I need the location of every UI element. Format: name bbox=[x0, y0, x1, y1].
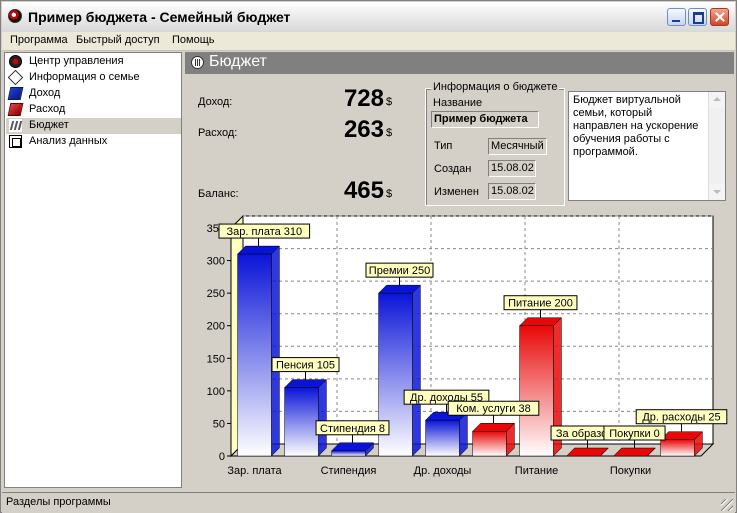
expense-currency: $ bbox=[386, 127, 393, 139]
sidebar-item-label: Центр управления bbox=[29, 55, 124, 67]
sidebar-item-label: Бюджет bbox=[29, 119, 69, 131]
data-label: Др. расходы 25 bbox=[642, 412, 720, 424]
sidebar-item-data-analysis[interactable]: Анализ данных bbox=[6, 134, 181, 150]
menu-help[interactable]: Помощь bbox=[172, 34, 215, 46]
created-field[interactable]: 15.08.02 bbox=[488, 160, 536, 177]
sidebar-item-budget[interactable]: Бюджет bbox=[6, 118, 181, 134]
y-tick-label: 250 bbox=[207, 288, 225, 300]
app-window: Пример бюджета - Семейный бюджет Програм… bbox=[0, 0, 737, 513]
name-field[interactable]: Пример бюджета bbox=[431, 111, 539, 128]
y-tick-label: 100 bbox=[207, 386, 225, 398]
bar bbox=[237, 253, 272, 457]
description-memo[interactable]: Бюджет виртуальной семьи, который направ… bbox=[568, 91, 726, 201]
bar-side bbox=[318, 378, 327, 457]
y-tick-label: 200 bbox=[207, 321, 225, 333]
menu-program[interactable]: Программа bbox=[10, 34, 68, 46]
bar bbox=[425, 419, 460, 457]
section-title: Бюджет bbox=[209, 53, 267, 70]
status-text: Разделы программы bbox=[6, 496, 111, 508]
sidebar-item-label: Доход bbox=[29, 87, 61, 99]
scroll-down-icon[interactable] bbox=[709, 184, 725, 200]
window-title: Пример бюджета - Семейный бюджет bbox=[28, 9, 291, 25]
bar bbox=[331, 450, 366, 457]
sidebar: Центр управления Информация о семье Дохо… bbox=[4, 52, 182, 488]
expense-icon bbox=[7, 103, 24, 116]
sidebar-item-income[interactable]: Доход bbox=[6, 86, 181, 102]
x-tick-label: Др. доходы bbox=[414, 465, 472, 477]
description-text: Бюджет виртуальной семьи, который направ… bbox=[573, 94, 699, 158]
description-scrollbar[interactable] bbox=[708, 92, 725, 200]
bar bbox=[660, 439, 695, 457]
bar-side bbox=[271, 245, 280, 457]
status-bar: Разделы программы bbox=[2, 492, 735, 513]
data-label: Ком. услуги 38 bbox=[456, 403, 530, 415]
bar-side bbox=[459, 411, 468, 457]
budget-chart: 050100150200250300350 Зар. плата 310Пенси… bbox=[207, 214, 728, 477]
x-tick-label: Питание bbox=[515, 465, 558, 477]
expense-label: Расход: bbox=[198, 127, 238, 139]
expense-value: 263 bbox=[343, 116, 384, 143]
menu-quick-access[interactable]: Быстрый доступ bbox=[76, 34, 160, 46]
family-info-icon bbox=[7, 69, 24, 86]
maximize-button[interactable] bbox=[688, 8, 707, 26]
balance-value: 465 bbox=[343, 177, 384, 204]
sidebar-item-control-center[interactable]: Центр управления bbox=[6, 54, 181, 70]
control-center-icon bbox=[9, 55, 22, 68]
section-header: Бюджет bbox=[185, 52, 734, 74]
y-tick-label: 300 bbox=[207, 256, 225, 268]
income-label: Доход: bbox=[198, 96, 233, 108]
income-currency: $ bbox=[386, 96, 393, 108]
budget-info-title: Информация о бюджете bbox=[431, 81, 560, 93]
data-label: Зар. плата 310 bbox=[226, 226, 302, 238]
modified-field[interactable]: 15.08.02 bbox=[488, 183, 536, 200]
data-label: Питание 200 bbox=[508, 298, 573, 310]
type-label: Тип bbox=[434, 140, 453, 152]
bar-side bbox=[412, 284, 421, 457]
budget-icon bbox=[191, 56, 204, 69]
menu-bar: Программа Быстрый доступ Помощь bbox=[2, 32, 735, 51]
close-button[interactable] bbox=[710, 8, 729, 26]
bar bbox=[519, 325, 554, 457]
sidebar-item-label: Анализ данных bbox=[29, 135, 108, 147]
income-icon bbox=[7, 87, 24, 100]
data-label: Стипендия 8 bbox=[320, 423, 385, 435]
modified-label: Изменен bbox=[434, 186, 479, 198]
y-tick-label: 150 bbox=[207, 353, 225, 365]
resize-grip-icon[interactable] bbox=[721, 499, 733, 511]
sidebar-item-label: Расход bbox=[29, 103, 66, 115]
y-tick-label: 0 bbox=[219, 451, 225, 463]
balance-label: Баланс: bbox=[198, 188, 239, 200]
balance-currency: $ bbox=[386, 188, 393, 200]
x-tick-label: Покупки bbox=[610, 465, 651, 477]
data-label: Премии 250 bbox=[369, 265, 430, 277]
app-logo-icon bbox=[8, 9, 22, 23]
sidebar-item-family-info[interactable]: Информация о семье bbox=[6, 69, 181, 86]
scroll-up-icon[interactable] bbox=[709, 92, 725, 108]
bar bbox=[472, 430, 507, 457]
x-tick-label: Зар. плата bbox=[227, 465, 282, 477]
minimize-button[interactable] bbox=[667, 8, 686, 26]
name-label: Название bbox=[433, 97, 483, 109]
type-field[interactable]: Месячный bbox=[488, 138, 547, 155]
x-tick-label: Стипендия bbox=[321, 465, 377, 477]
data-label: Покупки 0 bbox=[609, 428, 660, 440]
sidebar-item-expense[interactable]: Расход bbox=[6, 102, 181, 118]
y-tick-label: 50 bbox=[213, 418, 225, 430]
sidebar-item-label: Информация о семье bbox=[29, 71, 140, 83]
title-bar[interactable]: Пример бюджета - Семейный бюджет bbox=[2, 2, 735, 33]
budget-icon bbox=[9, 119, 22, 132]
data-label: Пенсия 105 bbox=[276, 360, 335, 372]
data-analysis-icon bbox=[9, 135, 22, 148]
created-label: Создан bbox=[434, 163, 472, 175]
bar bbox=[284, 387, 319, 457]
income-value: 728 bbox=[343, 85, 384, 112]
